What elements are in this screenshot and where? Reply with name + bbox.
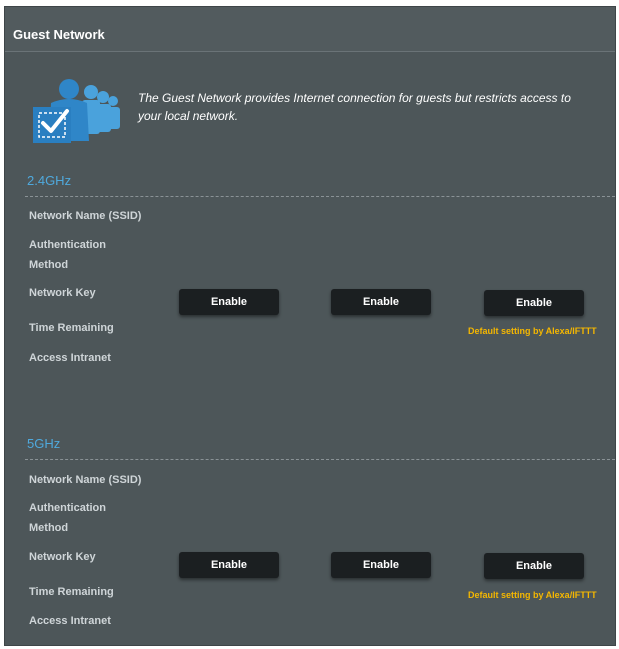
alexa-default-note: Default setting by Alexa/IFTTT	[468, 326, 597, 336]
enable-button-5ghz-3[interactable]: Enable	[484, 553, 584, 579]
enable-button-2-4ghz-3[interactable]: Enable	[484, 290, 584, 316]
label-auth-method: Authentication Method	[29, 239, 106, 271]
label-ssid: Network Name (SSID)	[29, 474, 142, 486]
intro-description: The Guest Network provides Internet conn…	[138, 91, 571, 123]
band-divider	[25, 459, 615, 460]
label-time-remaining: Time Remaining	[29, 586, 114, 598]
enable-button-5ghz-1[interactable]: Enable	[179, 552, 279, 578]
guest-network-panel: Guest Network The Guest Network provides…	[4, 6, 616, 646]
label-network-key: Network Key	[29, 551, 96, 563]
enable-button-2-4ghz-1[interactable]: Enable	[179, 289, 279, 315]
label-auth-method: Authentication Method	[29, 502, 106, 534]
label-ssid: Network Name (SSID)	[29, 210, 142, 222]
band-title-2-4ghz: 2.4GHz	[27, 173, 72, 188]
guest-users-icon	[33, 79, 120, 143]
panel-header: Guest Network	[5, 7, 615, 52]
enable-button-2-4ghz-2[interactable]: Enable	[331, 289, 431, 315]
label-network-key: Network Key	[29, 287, 96, 299]
band-divider	[25, 196, 615, 197]
band-title-5ghz: 5GHz	[27, 436, 61, 451]
label-time-remaining: Time Remaining	[29, 322, 114, 334]
enable-button-5ghz-2[interactable]: Enable	[331, 552, 431, 578]
label-access-intranet: Access Intranet	[29, 615, 111, 627]
alexa-default-note: Default setting by Alexa/IFTTT	[468, 590, 597, 600]
page-title: Guest Network	[13, 27, 105, 42]
label-access-intranet: Access Intranet	[29, 352, 111, 364]
